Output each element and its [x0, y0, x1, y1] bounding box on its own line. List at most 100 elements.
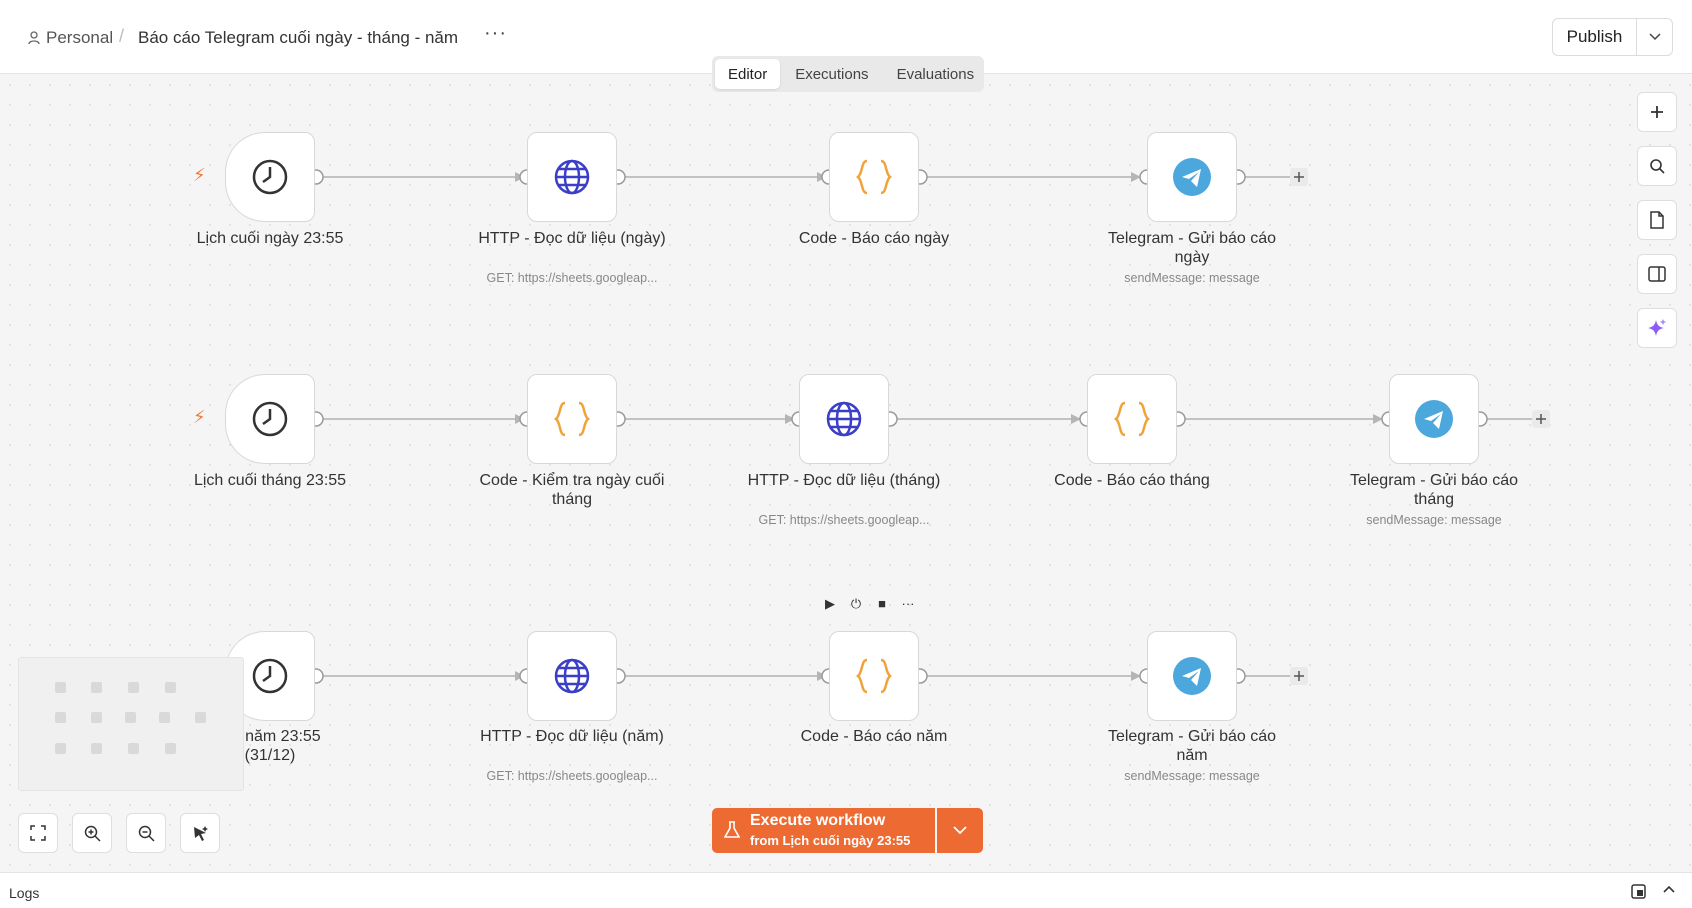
- node-code-day[interactable]: [829, 132, 919, 222]
- node-label: Telegram - Gửi báo cáo ngày: [1107, 230, 1277, 266]
- breadcrumb-personal-label: Personal: [46, 28, 114, 47]
- telegram-icon: [1173, 657, 1211, 695]
- node-subtitle: GET: https://sheets.googleap...: [486, 769, 658, 783]
- code-braces-icon: [856, 159, 892, 195]
- node-label: Code - Báo cáo năm: [800, 728, 948, 745]
- minimap-node: [165, 682, 176, 693]
- publish-dropdown-button[interactable]: [1637, 19, 1672, 55]
- globe-icon: [554, 159, 590, 195]
- zoom-in-button[interactable]: [72, 813, 112, 853]
- search-icon: [1650, 159, 1665, 174]
- telegram-icon: [1173, 158, 1211, 196]
- execute-title: Execute workflow: [750, 812, 886, 829]
- minimap-node: [125, 712, 136, 723]
- minimap-node: [55, 682, 66, 693]
- logs-label: Logs: [9, 885, 40, 901]
- more-icon[interactable]: ···: [900, 596, 916, 612]
- search-nodes-button[interactable]: [1637, 146, 1677, 186]
- minimap-node: [159, 712, 170, 723]
- node-schedule-day[interactable]: [225, 132, 315, 222]
- publish-button[interactable]: Publish: [1553, 19, 1637, 55]
- add-sticky-note-button[interactable]: [1637, 200, 1677, 240]
- minimap-node: [165, 743, 176, 754]
- node-subtitle: GET: https://sheets.googleap...: [486, 271, 658, 285]
- code-braces-icon: [1114, 401, 1150, 437]
- code-braces-icon: [856, 658, 892, 694]
- fit-view-icon: [30, 825, 46, 841]
- execute-subtitle: from Lịch cuối ngày 23:55: [750, 833, 911, 848]
- fit-view-button[interactable]: [18, 813, 58, 853]
- toggle-panel-button[interactable]: [1637, 254, 1677, 294]
- node-telegram-day[interactable]: [1147, 132, 1237, 222]
- tab-evaluations[interactable]: Evaluations: [884, 59, 988, 89]
- sparkle-icon: [1648, 319, 1666, 336]
- trigger-bolt-icon: ⚡: [193, 407, 206, 427]
- execute-trigger-dropdown[interactable]: [937, 808, 983, 853]
- node-label: Lịch cuối ngày 23:55: [196, 230, 344, 247]
- flask-icon: [724, 821, 740, 838]
- trash-icon[interactable]: ■: [874, 596, 890, 612]
- node-hover-toolbar: ▶ ⏻ ■ ···: [822, 596, 916, 612]
- node-subtitle: sendMessage: message: [1124, 271, 1260, 285]
- logs-bar[interactable]: Logs: [0, 872, 1692, 908]
- node-label: Code - Báo cáo ngày: [798, 230, 950, 247]
- breadcrumb-separator: /: [119, 26, 125, 46]
- node-telegram-month[interactable]: [1389, 374, 1479, 464]
- zoom-in-icon: [84, 825, 101, 842]
- tab-editor[interactable]: Editor: [715, 59, 781, 89]
- telegram-icon: [1415, 400, 1453, 438]
- ai-assistant-button[interactable]: [1637, 308, 1677, 348]
- node-label: HTTP - Đọc dữ liệu (ngày): [478, 230, 666, 247]
- power-icon[interactable]: ⏻: [848, 596, 864, 612]
- node-label: HTTP - Đọc dữ liệu (tháng): [747, 472, 941, 489]
- node-label: Telegram - Gửi báo cáo tháng: [1349, 472, 1519, 508]
- play-icon[interactable]: ▶: [822, 596, 838, 612]
- user-icon: [28, 31, 40, 45]
- tab-executions[interactable]: Executions: [782, 59, 881, 89]
- clock-icon: [252, 401, 288, 437]
- panel-icon: [1648, 266, 1666, 282]
- breadcrumb-personal[interactable]: Personal: [28, 26, 113, 50]
- minimap-node: [55, 712, 66, 723]
- node-code-year[interactable]: [829, 631, 919, 721]
- minimap-node: [55, 743, 66, 754]
- node-telegram-year[interactable]: [1147, 631, 1237, 721]
- node-subtitle: sendMessage: message: [1366, 513, 1502, 527]
- minimap-node: [91, 712, 102, 723]
- chevron-down-icon: [953, 826, 967, 835]
- clock-icon: [252, 159, 288, 195]
- workflow-title[interactable]: Báo cáo Telegram cuối ngày - tháng - năm: [138, 28, 458, 48]
- minimap-node: [128, 682, 139, 693]
- node-http-year[interactable]: [527, 631, 617, 721]
- pop-out-icon[interactable]: [1631, 884, 1646, 899]
- node-code-check-month[interactable]: [527, 374, 617, 464]
- node-http-month[interactable]: [799, 374, 889, 464]
- node-http-day[interactable]: [527, 132, 617, 222]
- node-label: Telegram - Gửi báo cáo năm: [1107, 728, 1277, 764]
- tidy-up-icon: [194, 826, 208, 841]
- globe-icon: [826, 401, 862, 437]
- publish-group: Publish: [1552, 18, 1673, 56]
- workflow-more-button[interactable]: ···: [484, 22, 507, 45]
- node-label: HTTP - Đọc dữ liệu (năm): [480, 728, 664, 745]
- execute-workflow-button[interactable]: Execute workflow from Lịch cuối ngày 23:…: [712, 808, 935, 853]
- node-label: Code - Báo cáo tháng: [1054, 472, 1210, 489]
- chevron-up-icon[interactable]: [1662, 883, 1676, 897]
- minimap-node: [128, 743, 139, 754]
- view-tabs: Editor Executions Evaluations: [712, 56, 984, 92]
- clock-icon: [252, 658, 288, 694]
- node-schedule-month[interactable]: [225, 374, 315, 464]
- node-code-month[interactable]: [1087, 374, 1177, 464]
- minimap[interactable]: [18, 657, 244, 791]
- minimap-node: [91, 682, 102, 693]
- globe-icon: [554, 658, 590, 694]
- node-subtitle: sendMessage: message: [1124, 769, 1260, 783]
- tidy-up-button[interactable]: [180, 813, 220, 853]
- note-icon: [1650, 211, 1664, 229]
- zoom-out-icon: [138, 825, 155, 842]
- node-label: Code - Kiểm tra ngày cuối tháng: [479, 472, 665, 508]
- zoom-out-button[interactable]: [126, 813, 166, 853]
- add-node-panel-button[interactable]: [1637, 92, 1677, 132]
- chevron-down-icon: [1648, 33, 1661, 41]
- plus-icon: [1651, 106, 1663, 118]
